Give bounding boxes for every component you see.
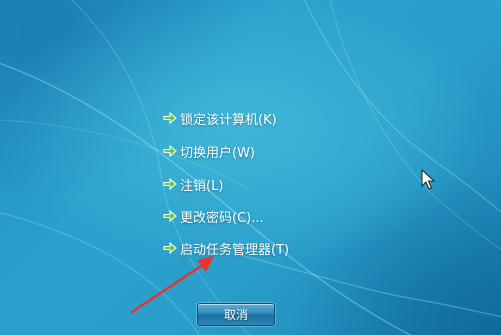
desktop-background [0, 0, 501, 335]
menu-item-label: 切换用户(W) [180, 145, 255, 161]
green-arrow-icon [163, 209, 177, 223]
menu-item-label: 注销(L) [180, 178, 224, 194]
menu-item-start-task-manager[interactable]: 启动任务管理器(T) [163, 237, 289, 259]
menu-item-label: 锁定该计算机(K) [180, 112, 277, 128]
cancel-button[interactable]: 取消 [197, 303, 275, 326]
mouse-cursor-icon [421, 169, 436, 190]
green-arrow-icon [163, 111, 177, 125]
menu-item-log-off[interactable]: 注销(L) [163, 173, 223, 195]
menu-item-label: 更改密码(C)... [180, 210, 264, 226]
menu-item-switch-user[interactable]: 切换用户(W) [163, 140, 255, 162]
menu-item-change-password[interactable]: 更改密码(C)... [163, 205, 264, 227]
green-arrow-icon [163, 144, 177, 158]
green-arrow-icon [163, 177, 177, 191]
green-arrow-icon [163, 241, 177, 255]
menu-item-lock-computer[interactable]: 锁定该计算机(K) [163, 107, 277, 129]
menu-item-label: 启动任务管理器(T) [180, 242, 290, 258]
